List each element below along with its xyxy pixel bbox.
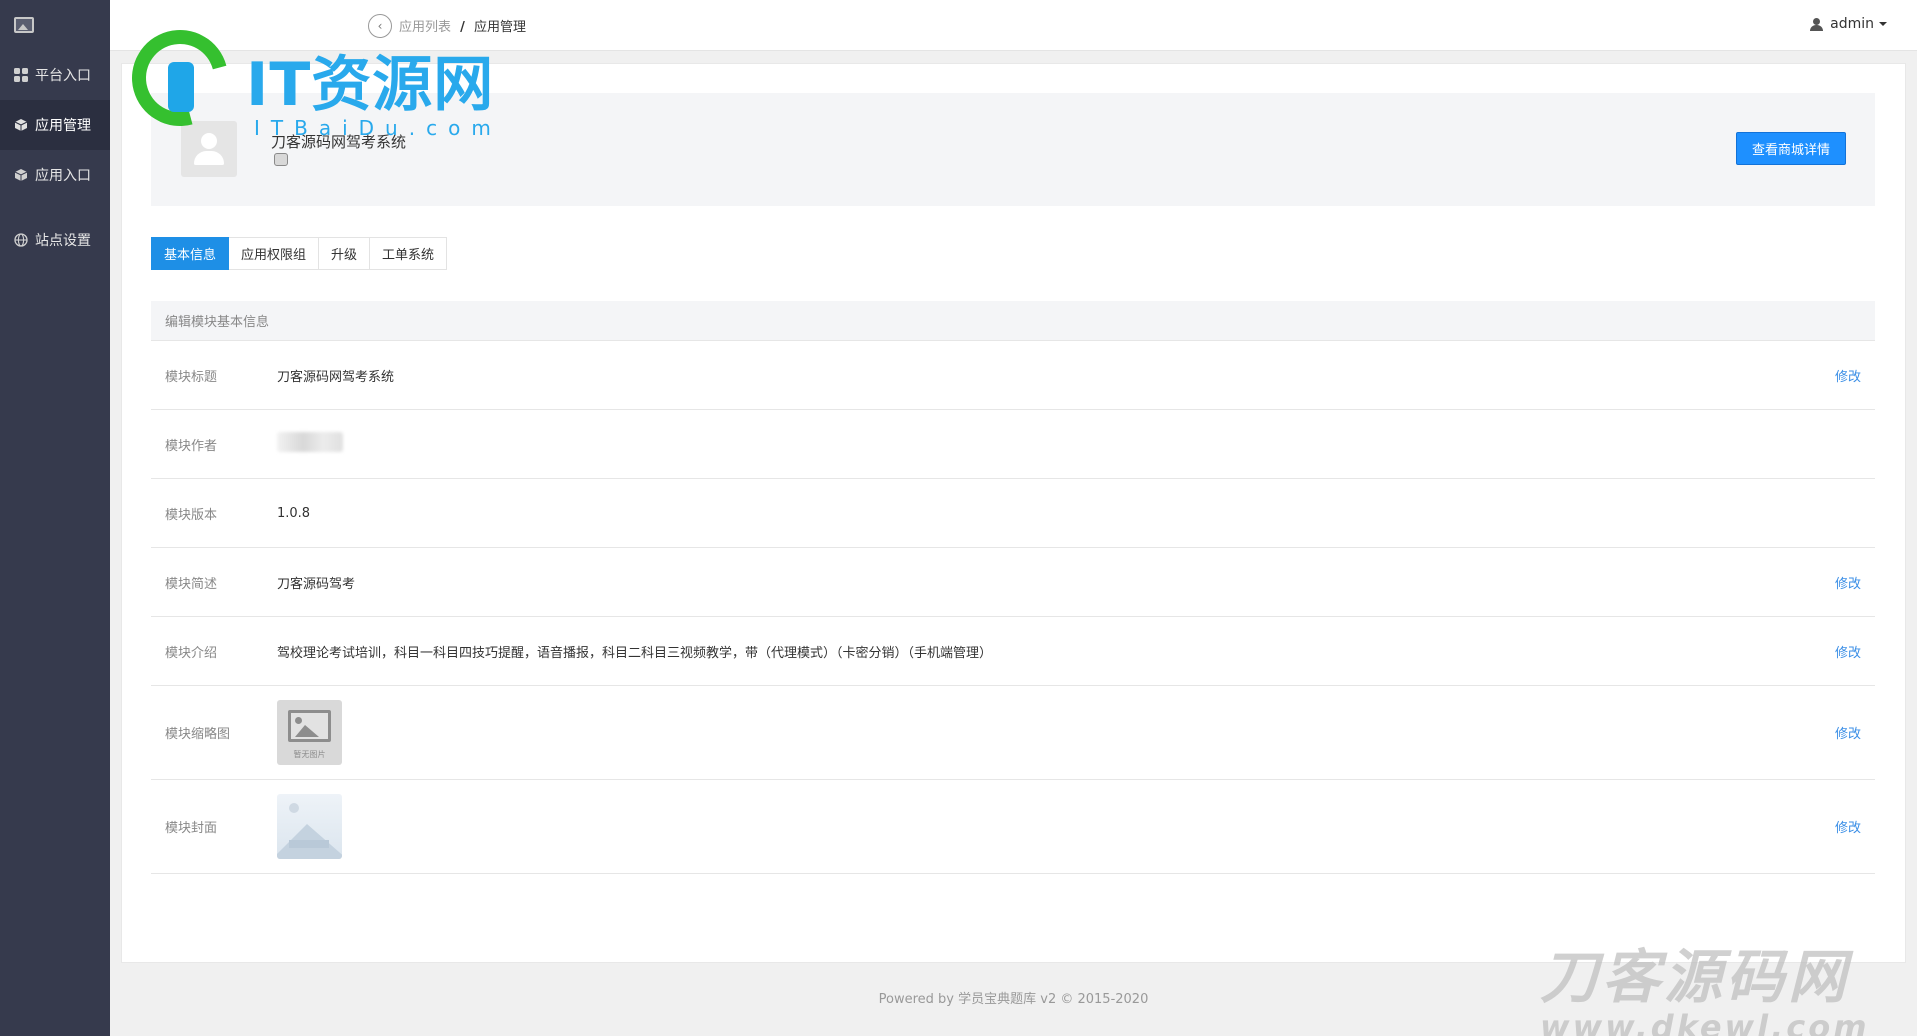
blurred-author-value	[277, 432, 343, 452]
row-label: 模块封面	[165, 821, 218, 836]
tabs: 基本信息 应用权限组 升级 工单系统	[151, 237, 448, 270]
edit-summary-link[interactable]: 修改	[1835, 573, 1861, 592]
sidebar-item-label: 应用管理	[35, 118, 91, 134]
breadcrumb-separator: /	[460, 20, 465, 35]
row-label: 模块缩略图	[165, 727, 231, 742]
edit-intro-link[interactable]: 修改	[1835, 642, 1861, 661]
tab-permission-groups[interactable]: 应用权限组	[229, 237, 320, 270]
row-label: 模块简述	[165, 576, 218, 592]
app-badge-icon	[274, 153, 288, 166]
top-header: ‹ 应用列表 / 应用管理 admin	[110, 0, 1917, 51]
username: admin	[1830, 16, 1874, 32]
image-icon	[288, 710, 331, 742]
tab-ticket-system[interactable]: 工单系统	[370, 237, 448, 270]
globe-icon	[13, 232, 29, 248]
row-module-thumbnail: 模块缩略图 暂无图片 修改	[151, 686, 1875, 780]
caret-down-icon	[1879, 22, 1887, 26]
row-module-summary: 模块简述 刀客源码驾考 修改	[151, 548, 1875, 617]
sidebar: 平台入口 应用管理 应用入口 站点设置	[0, 0, 110, 1036]
row-label: 模块介绍	[165, 645, 218, 661]
grid-icon	[13, 67, 29, 83]
image-icon	[14, 17, 34, 33]
sidebar-item-app-manage[interactable]: 应用管理	[0, 100, 110, 150]
sidebar-item-site-settings[interactable]: 站点设置	[0, 215, 110, 265]
box-icon	[13, 167, 29, 183]
thumbnail-placeholder-image: 暂无图片	[277, 700, 342, 765]
chevron-left-icon: ‹	[377, 19, 383, 33]
app-header-card: 刀客源码网驾考系统 查看商城详情	[151, 93, 1875, 206]
app-avatar	[181, 121, 237, 177]
row-value: 刀客源码驾考	[277, 576, 356, 592]
sidebar-item-platform[interactable]: 平台入口	[0, 50, 110, 100]
user-menu[interactable]: admin	[1810, 16, 1887, 32]
main-panel: 刀客源码网驾考系统 查看商城详情 基本信息 应用权限组 升级 工单系统 编辑模块…	[121, 63, 1906, 963]
row-label: 模块标题	[165, 369, 218, 385]
section-title: 编辑模块基本信息	[151, 301, 1875, 341]
tab-upgrade[interactable]: 升级	[319, 237, 371, 270]
sidebar-logo[interactable]	[0, 0, 110, 50]
module-info-table: 编辑模块基本信息 模块标题 刀客源码网驾考系统 修改 模块作者 模块版本 1.0…	[151, 301, 1875, 874]
sidebar-item-app-entry[interactable]: 应用入口	[0, 150, 110, 200]
sidebar-item-label: 平台入口	[35, 68, 91, 84]
sidebar-item-label: 站点设置	[35, 233, 91, 249]
app-name: 刀客源码网驾考系统	[271, 133, 407, 151]
back-button[interactable]: ‹	[368, 14, 392, 38]
row-value: 驾校理论考试培训，科目一科目四技巧提醒，语音播报，科目二科目三视频教学，带（代理…	[277, 645, 993, 661]
watermark-url: www.dkewl.com	[1540, 1008, 1870, 1036]
edit-title-link[interactable]: 修改	[1835, 366, 1861, 385]
breadcrumb-parent[interactable]: 应用列表	[399, 20, 451, 35]
row-label: 模块作者	[165, 438, 218, 454]
tab-basic-info[interactable]: 基本信息	[151, 237, 230, 270]
row-module-cover: 模块封面 修改	[151, 780, 1875, 874]
row-module-author: 模块作者	[151, 410, 1875, 479]
breadcrumb: 应用列表 / 应用管理	[399, 16, 526, 35]
edit-cover-link[interactable]: 修改	[1835, 817, 1861, 836]
cover-image	[277, 794, 342, 859]
breadcrumb-current: 应用管理	[474, 20, 527, 35]
row-label: 模块版本	[165, 507, 218, 523]
user-icon	[1810, 17, 1824, 31]
edit-thumbnail-link[interactable]: 修改	[1835, 723, 1861, 742]
row-value: 1.0.8	[277, 505, 311, 521]
row-value: 刀客源码网驾考系统	[277, 369, 395, 385]
sidebar-item-label: 应用入口	[35, 168, 91, 184]
cube-icon	[13, 117, 29, 133]
row-module-version: 模块版本 1.0.8	[151, 479, 1875, 548]
row-module-intro: 模块介绍 驾校理论考试培训，科目一科目四技巧提醒，语音播报，科目二科目三视频教学…	[151, 617, 1875, 686]
view-shop-details-button[interactable]: 查看商城详情	[1736, 132, 1846, 165]
row-module-title: 模块标题 刀客源码网驾考系统 修改	[151, 341, 1875, 410]
footer: Powered by 学员宝典题库 v2 © 2015-2020	[878, 992, 1149, 1007]
thumbnail-caption: 暂无图片	[293, 750, 326, 759]
